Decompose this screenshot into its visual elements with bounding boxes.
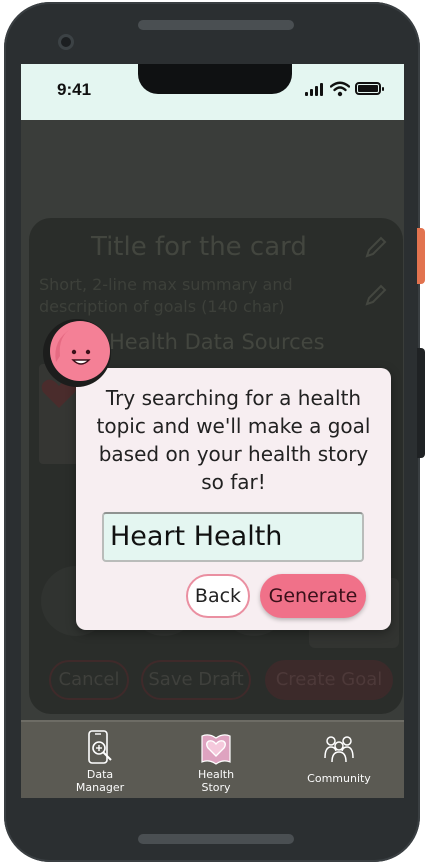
edit-summary-pencil-icon[interactable] bbox=[363, 282, 389, 308]
bottom-speaker bbox=[138, 834, 294, 844]
status-time: 9:41 bbox=[57, 80, 92, 99]
edit-title-pencil-icon[interactable] bbox=[363, 234, 389, 260]
top-speaker bbox=[138, 20, 294, 30]
nav-label-line1: Community bbox=[307, 772, 371, 785]
nav-item-community[interactable]: Community bbox=[305, 722, 373, 785]
power-button bbox=[417, 228, 425, 284]
battery-icon bbox=[355, 82, 384, 95]
cellular-signal-icon bbox=[305, 82, 325, 96]
front-camera bbox=[58, 34, 74, 50]
cancel-button[interactable]: Cancel bbox=[49, 660, 129, 700]
nav-label-line2: Manager bbox=[75, 781, 125, 794]
notch bbox=[138, 64, 292, 94]
volume-button bbox=[417, 348, 425, 458]
search-dialog: Try searching for a health topic and we'… bbox=[76, 368, 391, 630]
health-topic-search-input[interactable]: Heart Health bbox=[102, 512, 364, 562]
card-summary: Short, 2-line max summary and descriptio… bbox=[39, 275, 293, 316]
screen: 9:41 Title for the card Short, 2-line ma… bbox=[21, 64, 404, 798]
nav-label-line1: Health bbox=[197, 768, 235, 781]
mascot-avatar-icon bbox=[43, 319, 111, 387]
wifi-icon bbox=[330, 81, 350, 97]
status-bar: 9:41 bbox=[21, 64, 404, 120]
nav-label-line1: Data bbox=[86, 768, 114, 781]
nav-item-data-manager[interactable]: Data Manager bbox=[71, 722, 129, 794]
generate-button[interactable]: Generate bbox=[260, 574, 366, 618]
heart-book-icon bbox=[201, 734, 231, 765]
save-draft-button[interactable]: Save Draft bbox=[141, 660, 251, 700]
create-goal-button[interactable]: Create Goal bbox=[265, 660, 393, 700]
dialog-message: Try searching for a health topic and we'… bbox=[96, 386, 371, 494]
nav-label-line2: Story bbox=[201, 781, 231, 794]
bottom-nav: Data Manager Health Story Community bbox=[21, 720, 404, 798]
health-data-sources-heading: Health Data Sources bbox=[109, 330, 325, 354]
nav-item-health-story[interactable]: Health Story bbox=[187, 722, 245, 794]
people-icon bbox=[324, 736, 354, 763]
back-button[interactable]: Back bbox=[186, 574, 250, 618]
phone-search-icon bbox=[88, 730, 112, 764]
card-title: Title for the card bbox=[91, 232, 307, 262]
